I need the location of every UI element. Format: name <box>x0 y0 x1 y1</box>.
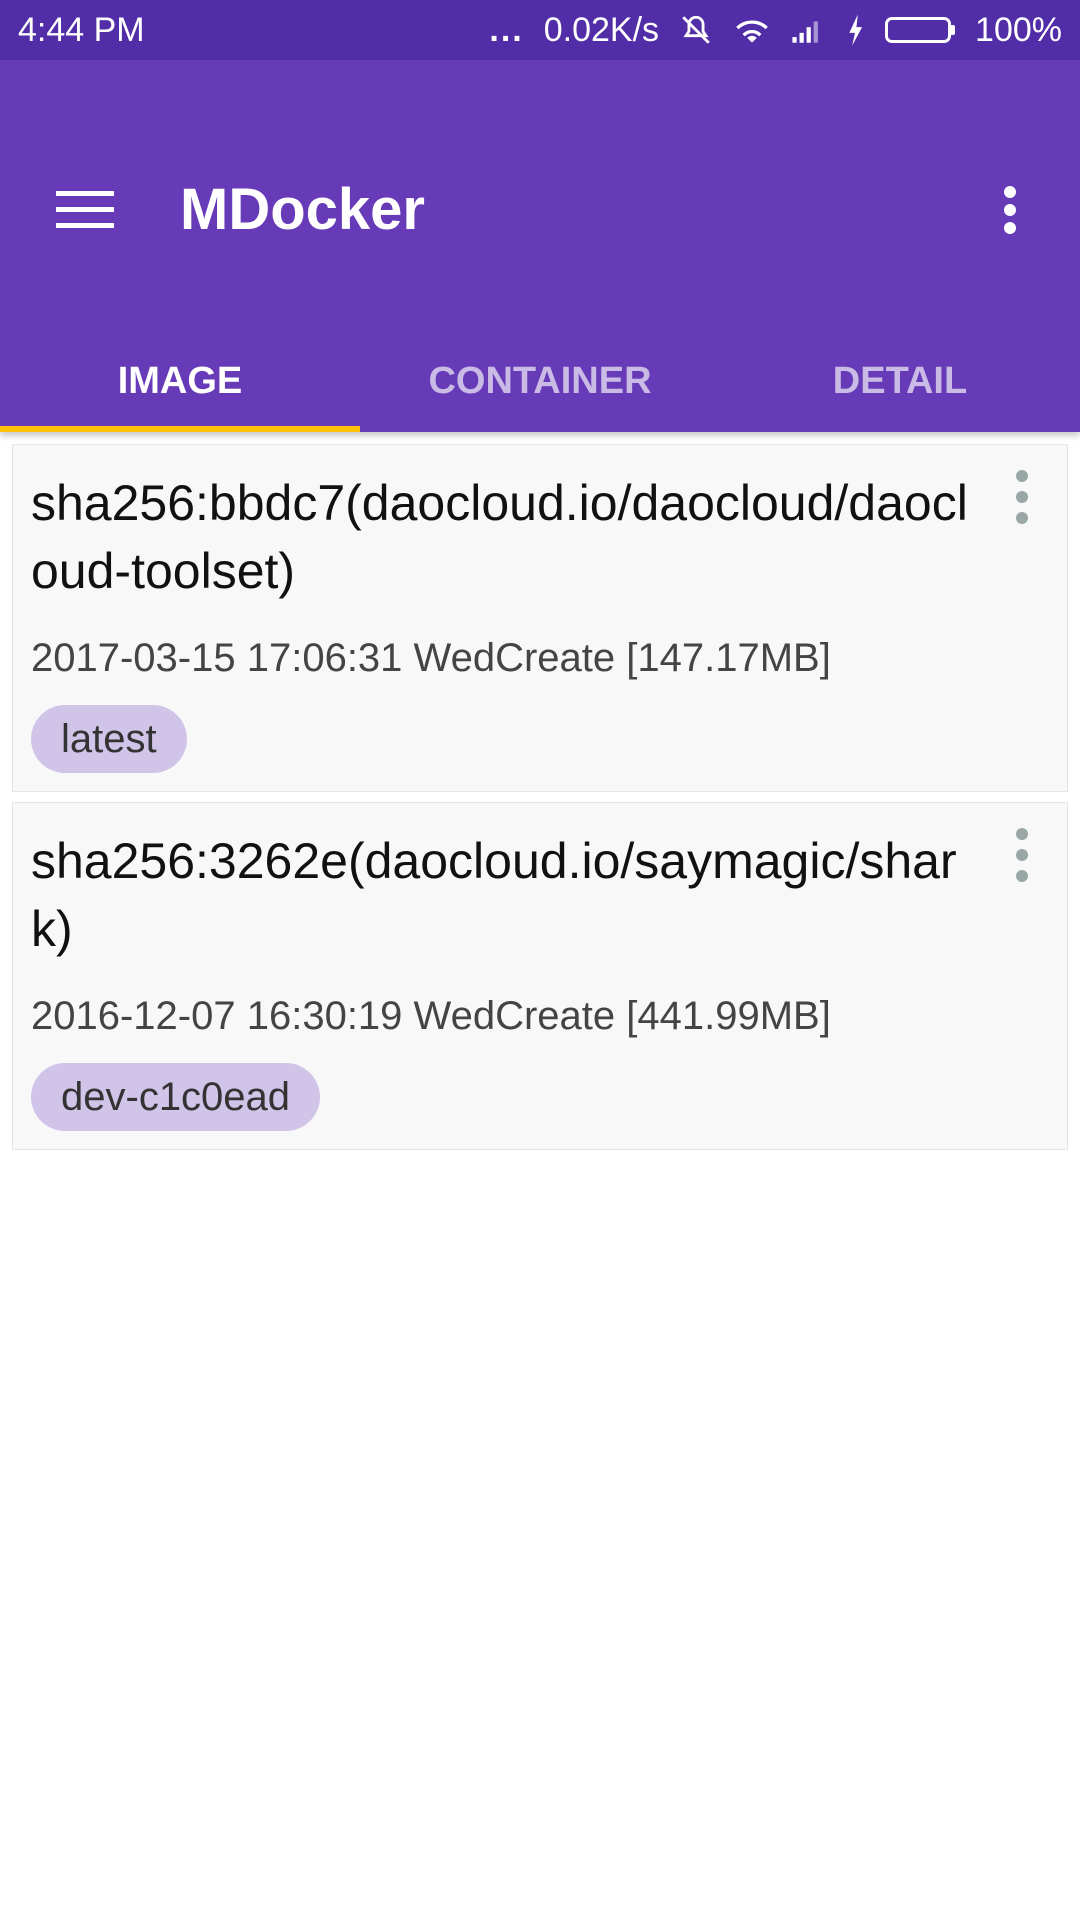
hamburger-menu-icon <box>56 191 114 228</box>
more-vert-icon <box>1016 828 1028 882</box>
notification-dots: ... <box>489 10 524 49</box>
status-bar: 4:44 PM ... 0.02K/s 100% <box>0 0 1080 60</box>
signal-icon <box>791 15 825 45</box>
battery-percent: 100% <box>975 10 1062 49</box>
tab-detail[interactable]: DETAIL <box>720 330 1080 432</box>
more-vert-icon <box>1016 470 1028 524</box>
status-time: 4:44 PM <box>18 10 145 49</box>
card-more-button[interactable] <box>997 457 1047 537</box>
image-tag[interactable]: dev-c1c0ead <box>31 1063 321 1131</box>
overflow-menu-button[interactable] <box>970 165 1050 255</box>
card-more-button[interactable] <box>997 815 1047 895</box>
image-card[interactable]: sha256:bbdc7(daocloud.io/daocloud/daoclo… <box>12 444 1068 792</box>
image-card[interactable]: sha256:3262e(daocloud.io/saymagic/shark)… <box>12 802 1068 1150</box>
network-speed: 0.02K/s <box>543 10 660 49</box>
image-title: sha256:bbdc7(daocloud.io/daocloud/daoclo… <box>31 475 968 599</box>
wifi-icon <box>733 14 771 46</box>
image-tag[interactable]: latest <box>31 705 187 773</box>
image-meta: 2017-03-15 17:06:31 WedCreate [147.17MB] <box>31 636 831 680</box>
charging-icon <box>845 13 865 47</box>
image-title: sha256:3262e(daocloud.io/saymagic/shark) <box>31 833 957 957</box>
image-list: sha256:bbdc7(daocloud.io/daocloud/daoclo… <box>12 444 1068 1160</box>
hamburger-menu-button[interactable] <box>40 165 130 255</box>
more-vert-icon <box>1004 186 1016 234</box>
image-meta: 2016-12-07 16:30:19 WedCreate [441.99MB] <box>31 994 831 1038</box>
battery-icon <box>885 17 956 43</box>
mute-icon <box>679 13 713 47</box>
status-left: 4:44 PM <box>18 11 145 50</box>
tab-container[interactable]: CONTAINER <box>360 330 720 432</box>
app-title: MDocker <box>180 177 425 242</box>
app-bar: MDocker IMAGE CONTAINER DETAIL <box>0 60 1080 432</box>
status-right: ... 0.02K/s 100% <box>489 11 1062 50</box>
tab-image[interactable]: IMAGE <box>0 330 360 432</box>
tab-indicator <box>0 426 360 432</box>
toolbar: MDocker <box>0 60 1080 350</box>
tab-bar: IMAGE CONTAINER DETAIL <box>0 330 1080 432</box>
